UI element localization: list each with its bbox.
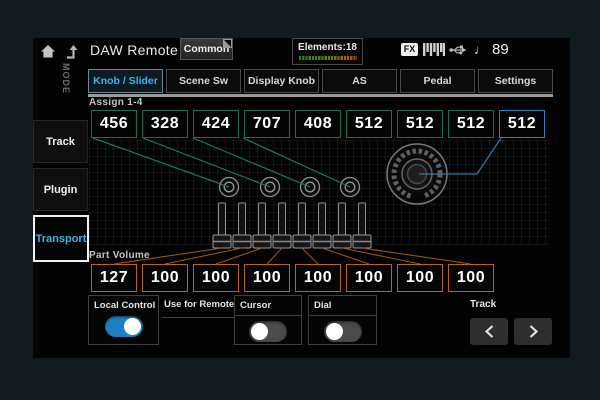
cursor-panel: Cursor xyxy=(234,295,302,345)
track-next-button[interactable] xyxy=(514,318,552,345)
part-volume-3[interactable]: 100 xyxy=(193,264,239,292)
toggle-knob xyxy=(124,318,141,335)
part-volume-6[interactable]: 100 xyxy=(346,264,392,292)
dial-panel: Dial xyxy=(308,295,377,345)
local-control-label: Local Control xyxy=(89,296,158,311)
slider-mapping-lines xyxy=(114,248,471,264)
chevron-right-icon xyxy=(528,324,539,339)
dial-label: Dial xyxy=(309,296,376,311)
use-for-remote-divider xyxy=(162,317,234,318)
use-for-remote-label: Use for Remote xyxy=(164,299,234,310)
part-volume-7[interactable]: 100 xyxy=(397,264,443,292)
part-volume-section-label: Part Volume xyxy=(89,250,150,261)
device-bezel: DAW Remote Common Elements:18 FX ♩89 xyxy=(0,0,600,400)
local-control-toggle[interactable] xyxy=(105,316,143,337)
toggle-knob xyxy=(251,323,268,340)
track-previous-button[interactable] xyxy=(470,318,508,345)
fader-sliders[interactable] xyxy=(213,203,371,248)
local-control-panel: Local Control xyxy=(88,295,159,345)
cursor-label: Cursor xyxy=(235,296,301,311)
daw-remote-screen: DAW Remote Common Elements:18 FX ♩89 xyxy=(33,38,570,358)
part-volume-1[interactable]: 127 xyxy=(91,264,137,292)
toggle-knob xyxy=(326,323,343,340)
track-nav-label: Track xyxy=(470,299,496,310)
chevron-left-icon xyxy=(484,324,495,339)
part-volume-4[interactable]: 100 xyxy=(244,264,290,292)
assign-knobs[interactable] xyxy=(220,178,360,197)
dial-toggle[interactable] xyxy=(324,321,362,342)
cursor-toggle[interactable] xyxy=(249,321,287,342)
part-volume-5[interactable]: 100 xyxy=(295,264,341,292)
part-volume-8[interactable]: 100 xyxy=(448,264,494,292)
part-volume-2[interactable]: 100 xyxy=(142,264,188,292)
